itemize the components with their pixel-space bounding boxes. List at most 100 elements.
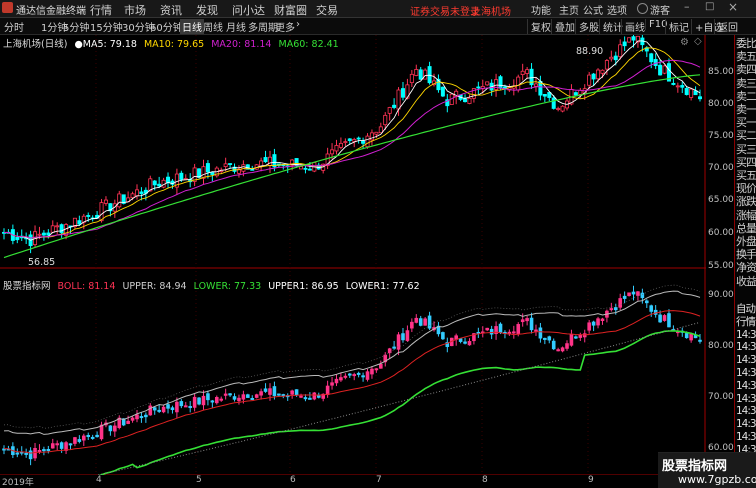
period-timeshare[interactable]: 分时 <box>4 19 24 34</box>
boll-body <box>330 382 334 386</box>
candle-body <box>130 193 135 198</box>
tool-draw[interactable]: 画线 <box>621 19 645 34</box>
boll-body <box>645 300 649 304</box>
tool-overlay[interactable]: 叠加 <box>551 19 575 34</box>
candle-body <box>587 74 592 86</box>
boll-body <box>489 328 494 335</box>
tool-mark[interactable]: 标记 <box>665 19 689 34</box>
boll-body <box>387 348 392 354</box>
candle-body <box>55 225 60 228</box>
time-label-apr: 4 <box>96 475 102 485</box>
function-button[interactable]: 功能 <box>531 2 551 17</box>
candle-body <box>77 220 82 225</box>
boll-body <box>192 396 197 408</box>
boll-body <box>418 318 423 326</box>
boll-body <box>161 406 166 413</box>
candle-body <box>330 149 335 155</box>
candle-body <box>427 66 432 84</box>
boll-body <box>254 394 259 398</box>
candle-body <box>618 44 623 58</box>
sidebar-label: 卖一 <box>736 103 756 116</box>
boll-body <box>498 323 503 333</box>
options-button[interactable]: 选项 <box>607 2 627 17</box>
chart-area[interactable]: 上海机场(日线) ●MA5: 79.18 MA10: 79.65 MA20: 8… <box>0 35 734 475</box>
period-weekly[interactable]: 周线 <box>203 19 223 34</box>
boll-body <box>113 425 117 432</box>
trade-login-notice[interactable]: 证券交易未登录 <box>410 3 480 18</box>
boll-body <box>294 389 299 396</box>
candle-body <box>689 88 694 98</box>
candle-body <box>392 104 397 108</box>
boll-upper1-line <box>3 284 701 429</box>
formula-button[interactable]: 公式 <box>583 2 603 17</box>
menu-wealth[interactable]: 财富圈 <box>274 2 307 18</box>
menu-quotes[interactable]: 行情 <box>90 2 112 18</box>
boll-body <box>339 377 343 381</box>
tick-time-label: 14:30 <box>736 431 756 443</box>
boll-body <box>347 373 352 376</box>
boll-body <box>698 339 702 342</box>
period-more[interactable]: 更多 <box>275 19 295 34</box>
boll-body <box>534 329 538 332</box>
boll-body <box>325 385 330 396</box>
tool-stats[interactable]: 统计 <box>599 19 623 34</box>
maximize-icon[interactable]: □ <box>705 1 714 12</box>
boll-upper-line <box>3 290 701 435</box>
period-5min[interactable]: 5分钟 <box>63 19 89 34</box>
candle-body <box>476 86 481 89</box>
sub-y-tick-80: 80.00 <box>708 341 734 351</box>
period-monthly[interactable]: 月线 <box>226 19 246 34</box>
candle-body <box>387 107 392 114</box>
menu-trade[interactable]: 交易 <box>316 2 338 18</box>
boll-body <box>361 375 365 378</box>
boll-body <box>365 371 370 380</box>
boll-body <box>414 317 419 323</box>
boll-body <box>684 333 689 339</box>
candle-body <box>662 65 667 74</box>
candle-body <box>263 157 268 163</box>
tool-adjust[interactable]: 复权 <box>527 19 551 34</box>
user-icon[interactable] <box>637 3 648 14</box>
time-label-may: 5 <box>196 475 202 485</box>
candle-body <box>414 69 419 76</box>
menu-market[interactable]: 市场 <box>124 2 146 18</box>
menu-news[interactable]: 资讯 <box>160 2 182 18</box>
home-button[interactable]: 主页 <box>559 2 579 17</box>
close-icon[interactable]: × <box>728 0 738 14</box>
sidebar-label: 涨幅 <box>736 208 756 222</box>
period-15min[interactable]: 15分钟 <box>90 19 123 34</box>
candle-body <box>179 172 184 180</box>
minimize-icon[interactable]: – <box>684 0 690 13</box>
boll-body <box>206 393 210 401</box>
boll-body <box>538 327 543 339</box>
ma5-line <box>4 40 701 241</box>
tool-multistock[interactable]: 多股 <box>575 19 599 34</box>
period-more-arrow[interactable]: › <box>296 19 300 30</box>
tick-time-label: 14:30 <box>736 392 756 405</box>
lower-label: LOWER: 77.33 <box>193 281 262 292</box>
menu-assistant[interactable]: 问小达 <box>232 2 265 18</box>
tool-back[interactable]: 返回 <box>714 19 738 34</box>
menu-discover[interactable]: 发现 <box>196 2 218 18</box>
boll-body <box>662 315 667 321</box>
kline-chart-svg[interactable] <box>0 35 706 475</box>
period-daily[interactable]: 日线 <box>180 19 204 34</box>
candle-body <box>307 168 312 171</box>
candle-body <box>423 69 428 80</box>
candle-body <box>400 88 405 98</box>
guest-label[interactable]: 游客 <box>650 2 670 17</box>
boll-body <box>667 313 671 328</box>
chart-settings-icon[interactable]: ⚙ <box>680 37 689 48</box>
candle-body <box>600 69 605 74</box>
sidebar-label: 净资 <box>736 261 756 275</box>
boll-body <box>627 292 631 296</box>
period-60min[interactable]: 60分钟 <box>150 19 183 34</box>
candle-body <box>383 114 388 126</box>
chart-expand-icon[interactable]: ◇ <box>694 36 702 47</box>
candle-body <box>117 193 122 208</box>
boll-body <box>228 393 232 396</box>
boll-body <box>126 420 130 424</box>
candle-body <box>37 233 42 236</box>
period-multi[interactable]: 多周期 <box>248 19 278 34</box>
candle-body <box>627 37 632 43</box>
